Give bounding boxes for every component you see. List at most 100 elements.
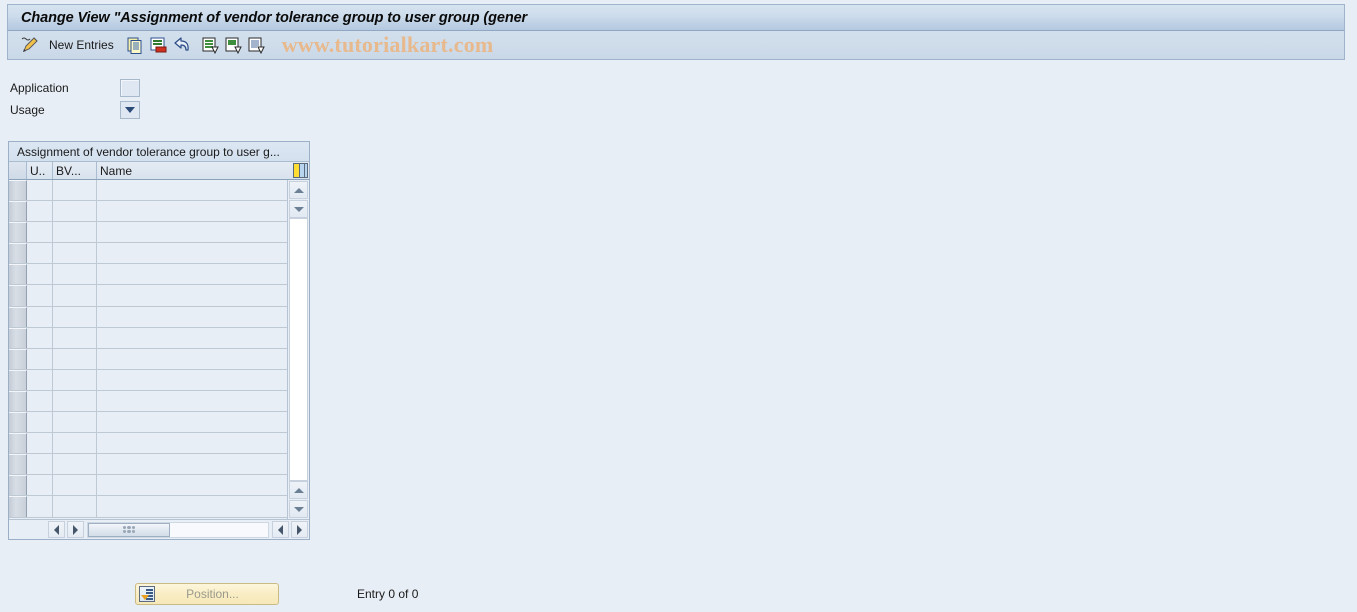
table-row[interactable] bbox=[9, 390, 288, 413]
column-header-select[interactable] bbox=[9, 162, 27, 179]
row-select-button[interactable] bbox=[9, 264, 27, 285]
table-row[interactable] bbox=[9, 475, 288, 497]
cell-bv[interactable] bbox=[53, 433, 97, 454]
scroll-left-page-icon[interactable] bbox=[272, 521, 289, 538]
row-select-button[interactable] bbox=[9, 306, 27, 327]
row-select-button[interactable] bbox=[9, 369, 27, 390]
cell-bv[interactable] bbox=[53, 496, 97, 517]
usage-dropdown[interactable] bbox=[120, 100, 140, 119]
cell-name[interactable] bbox=[97, 285, 288, 306]
cell-name[interactable] bbox=[97, 433, 288, 454]
table-row[interactable] bbox=[9, 433, 288, 455]
cell-name[interactable] bbox=[97, 390, 288, 412]
column-header-u[interactable]: U.. bbox=[27, 162, 53, 179]
row-select-button[interactable] bbox=[9, 222, 27, 243]
cell-name[interactable] bbox=[97, 327, 288, 348]
cell-name[interactable] bbox=[97, 264, 288, 285]
cell-name[interactable] bbox=[97, 243, 288, 264]
row-select-button[interactable] bbox=[9, 412, 27, 433]
table-row[interactable] bbox=[9, 285, 288, 307]
cell-name[interactable] bbox=[97, 454, 288, 475]
cell-u[interactable] bbox=[27, 433, 53, 454]
table-row[interactable] bbox=[9, 243, 288, 265]
cell-bv[interactable] bbox=[53, 327, 97, 348]
cell-bv[interactable] bbox=[53, 369, 97, 390]
cell-bv[interactable] bbox=[53, 475, 97, 496]
row-select-button[interactable] bbox=[9, 180, 27, 201]
column-header-name[interactable]: Name bbox=[97, 162, 309, 179]
table-row[interactable] bbox=[9, 412, 288, 434]
vertical-scrollbar[interactable] bbox=[287, 180, 309, 519]
cell-name[interactable] bbox=[97, 222, 288, 243]
cell-u[interactable] bbox=[27, 390, 53, 412]
cell-bv[interactable] bbox=[53, 285, 97, 306]
cell-u[interactable] bbox=[27, 475, 53, 496]
table-settings-icon[interactable] bbox=[293, 163, 308, 178]
cell-bv[interactable] bbox=[53, 412, 97, 433]
cell-name[interactable] bbox=[97, 475, 288, 496]
cell-u[interactable] bbox=[27, 306, 53, 327]
cell-u[interactable] bbox=[27, 496, 53, 517]
table-row[interactable] bbox=[9, 454, 288, 476]
table-row[interactable] bbox=[9, 264, 288, 286]
scroll-page-up-icon[interactable] bbox=[289, 481, 308, 499]
scroll-right-page-icon[interactable] bbox=[291, 521, 308, 538]
cell-name[interactable] bbox=[97, 306, 288, 327]
cell-u[interactable] bbox=[27, 222, 53, 243]
row-select-button[interactable] bbox=[9, 475, 27, 496]
table-row[interactable] bbox=[9, 327, 288, 349]
cell-bv[interactable] bbox=[53, 390, 97, 412]
row-select-button[interactable] bbox=[9, 496, 27, 517]
cell-bv[interactable] bbox=[53, 180, 97, 201]
new-entries-button[interactable]: New Entries bbox=[43, 38, 120, 52]
undo-icon[interactable] bbox=[172, 35, 192, 55]
scroll-up-icon[interactable] bbox=[289, 181, 308, 199]
pencil-display-change-icon[interactable] bbox=[20, 35, 40, 55]
cell-u[interactable] bbox=[27, 243, 53, 264]
cell-name[interactable] bbox=[97, 496, 288, 517]
cell-bv[interactable] bbox=[53, 264, 97, 285]
cell-u[interactable] bbox=[27, 348, 53, 369]
cell-u[interactable] bbox=[27, 369, 53, 390]
table-row[interactable] bbox=[9, 496, 288, 518]
cell-bv[interactable] bbox=[53, 306, 97, 327]
copy-as-icon[interactable] bbox=[126, 35, 146, 55]
position-button[interactable]: Position... bbox=[135, 583, 279, 605]
cell-name[interactable] bbox=[97, 412, 288, 433]
table-row[interactable] bbox=[9, 306, 288, 328]
column-header-bv[interactable]: BV... bbox=[53, 162, 97, 179]
cell-u[interactable] bbox=[27, 201, 53, 222]
table-row[interactable] bbox=[9, 180, 288, 202]
cell-name[interactable] bbox=[97, 180, 288, 201]
row-select-button[interactable] bbox=[9, 285, 27, 306]
table-row[interactable] bbox=[9, 201, 288, 223]
scroll-down-icon[interactable] bbox=[289, 200, 308, 218]
horizontal-scrollbar-thumb[interactable] bbox=[88, 522, 170, 537]
cell-u[interactable] bbox=[27, 285, 53, 306]
cell-bv[interactable] bbox=[53, 243, 97, 264]
application-input[interactable] bbox=[120, 78, 140, 97]
horizontal-scrollbar-track[interactable] bbox=[87, 521, 269, 538]
scroll-page-down-icon[interactable] bbox=[289, 500, 308, 518]
cell-name[interactable] bbox=[97, 348, 288, 369]
cell-u[interactable] bbox=[27, 264, 53, 285]
row-select-button[interactable] bbox=[9, 390, 27, 412]
select-all-icon[interactable] bbox=[201, 35, 221, 55]
table-row[interactable] bbox=[9, 369, 288, 391]
vertical-scrollbar-track[interactable] bbox=[289, 218, 308, 481]
cell-bv[interactable] bbox=[53, 201, 97, 222]
cell-bv[interactable] bbox=[53, 222, 97, 243]
cell-name[interactable] bbox=[97, 369, 288, 390]
scroll-right-icon[interactable] bbox=[67, 521, 84, 538]
cell-u[interactable] bbox=[27, 412, 53, 433]
scroll-left-icon[interactable] bbox=[48, 521, 65, 538]
delete-icon[interactable] bbox=[149, 35, 169, 55]
cell-u[interactable] bbox=[27, 327, 53, 348]
row-select-button[interactable] bbox=[9, 201, 27, 222]
row-select-button[interactable] bbox=[9, 433, 27, 454]
row-select-button[interactable] bbox=[9, 243, 27, 264]
table-row[interactable] bbox=[9, 348, 288, 370]
cell-bv[interactable] bbox=[53, 348, 97, 369]
cell-name[interactable] bbox=[97, 201, 288, 222]
deselect-all-icon[interactable] bbox=[224, 35, 244, 55]
